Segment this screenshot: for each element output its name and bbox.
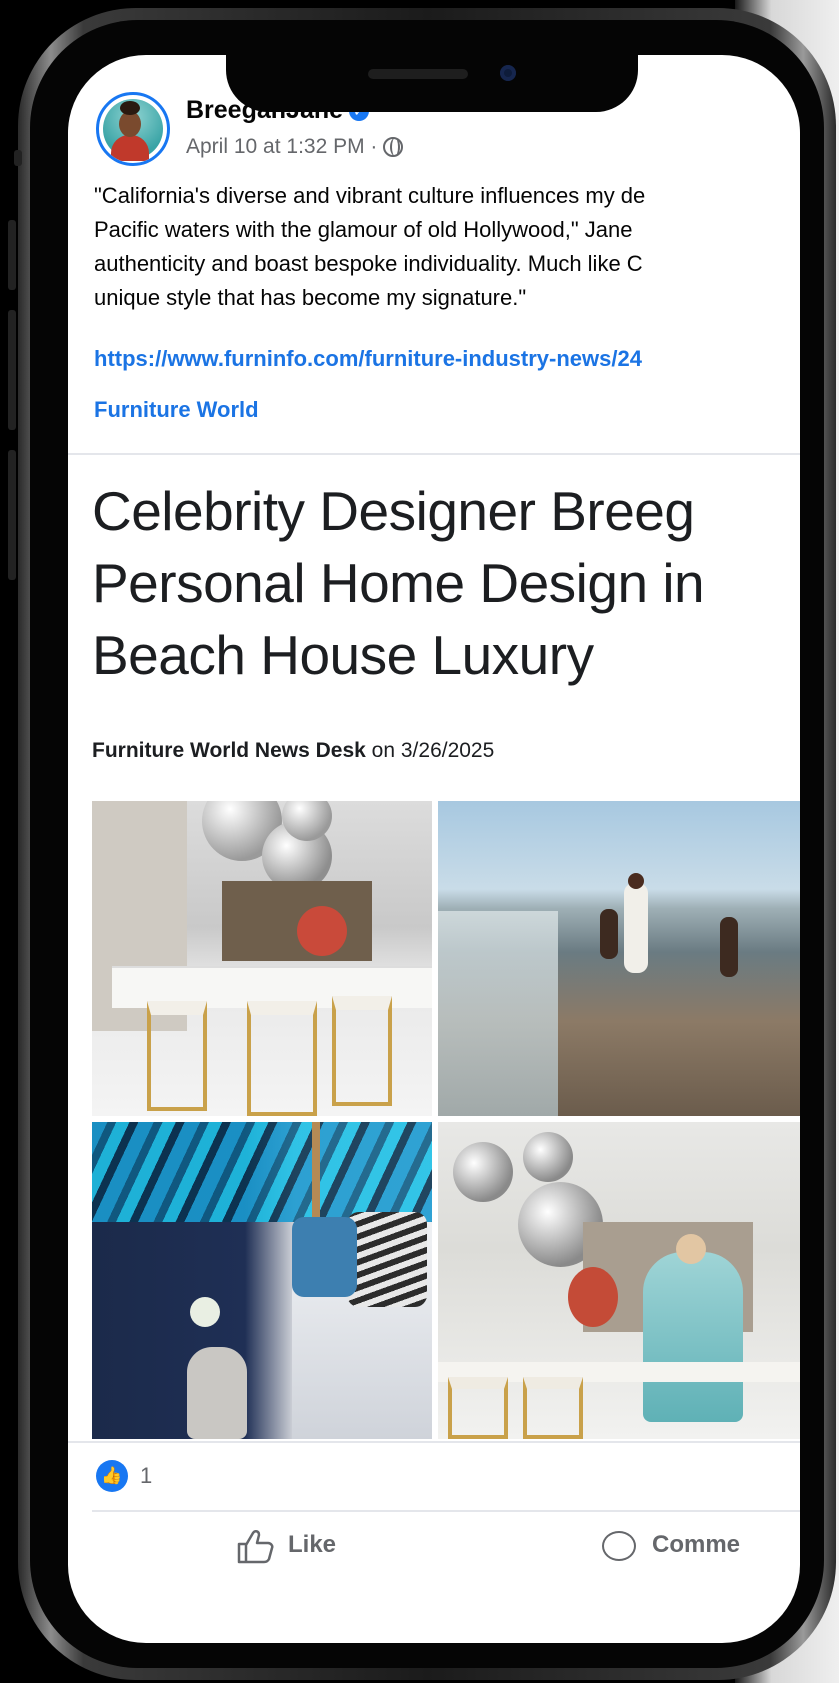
pendant-light [453, 1142, 513, 1202]
notch [226, 55, 638, 112]
seated-person [643, 1252, 743, 1422]
phone-screen: BreeganJane✓ April 10 at 1:32 PM · "Cali… [68, 55, 800, 1643]
like-reaction-icon: 👍 [96, 1460, 128, 1492]
thumbs-up-icon [237, 1530, 274, 1564]
comment-bubble-icon [602, 1531, 636, 1561]
speaker [368, 69, 468, 79]
pendant-light [523, 1132, 573, 1182]
avatar-body [111, 135, 149, 161]
power-button [8, 450, 16, 580]
bar-stool [523, 1377, 583, 1439]
beach-photo[interactable] [438, 801, 800, 1116]
reaction-count: 1 [140, 1463, 153, 1488]
article-title-line: Beach House Luxury [92, 624, 594, 686]
globe-icon [383, 137, 404, 157]
comment-button[interactable]: Comme [602, 1525, 800, 1569]
post-source-link[interactable]: Furniture World [94, 397, 259, 423]
side-table [187, 1347, 247, 1439]
person-head [628, 873, 644, 889]
child-figure [720, 917, 738, 977]
byline-author: Furniture World News Desk [92, 739, 366, 762]
camera-icon [500, 65, 516, 81]
person-adult [624, 883, 648, 973]
divider [92, 1510, 800, 1512]
post-link[interactable]: https://www.furninfo.com/furniture-indus… [94, 346, 642, 372]
pillow [347, 1212, 427, 1307]
bar-stool [332, 996, 392, 1106]
volume-down-button [8, 310, 16, 430]
divider [68, 453, 800, 455]
article-title-line: Personal Home Design in [92, 552, 705, 614]
avatar-hair [120, 101, 140, 115]
flowers [568, 1267, 618, 1327]
comment-label: Comme [652, 1531, 741, 1558]
bedroom-photo[interactable] [92, 1122, 432, 1439]
like-label: Like [288, 1531, 337, 1558]
article-byline: Furniture World News Desk on 3/26/2025 [92, 739, 494, 763]
article-title[interactable]: Celebrity Designer Breeg Personal Home D… [92, 475, 705, 691]
avatar[interactable] [96, 92, 170, 166]
bar-stool [247, 1001, 317, 1116]
post-text-line: "California's diverse and vibrant cultur… [94, 183, 646, 208]
bar-stool [147, 1001, 207, 1111]
person-head [676, 1234, 706, 1264]
article-title-line: Celebrity Designer Breeg [92, 480, 695, 542]
flowers [297, 906, 347, 956]
back-shelves [222, 881, 372, 961]
post-text-line: unique style that has become my signatur… [94, 285, 527, 310]
graffiti-wall [92, 1122, 432, 1222]
surf-foam [438, 911, 558, 1116]
child-figure [600, 909, 618, 959]
post-timestamp[interactable]: April 10 at 1:32 PM · [186, 135, 377, 158]
post-text-line: authenticity and boast bespoke individua… [94, 251, 643, 276]
like-button[interactable]: Like [236, 1525, 436, 1569]
pillow [292, 1217, 357, 1297]
side-button [14, 150, 22, 166]
kitchen-photo[interactable] [92, 801, 432, 1116]
bar-stool [448, 1377, 508, 1439]
living-room-photo[interactable] [438, 1122, 800, 1439]
byline-date: on 3/26/2025 [365, 739, 495, 762]
divider [68, 1441, 800, 1443]
photo-grid[interactable] [92, 801, 800, 1439]
volume-up-button [8, 220, 16, 290]
post-text-line: Pacific waters with the glamour of old H… [94, 217, 633, 242]
flower-vase [190, 1297, 220, 1327]
post-meta: April 10 at 1:32 PM · [186, 135, 404, 159]
post-text: "California's diverse and vibrant cultur… [94, 179, 800, 315]
